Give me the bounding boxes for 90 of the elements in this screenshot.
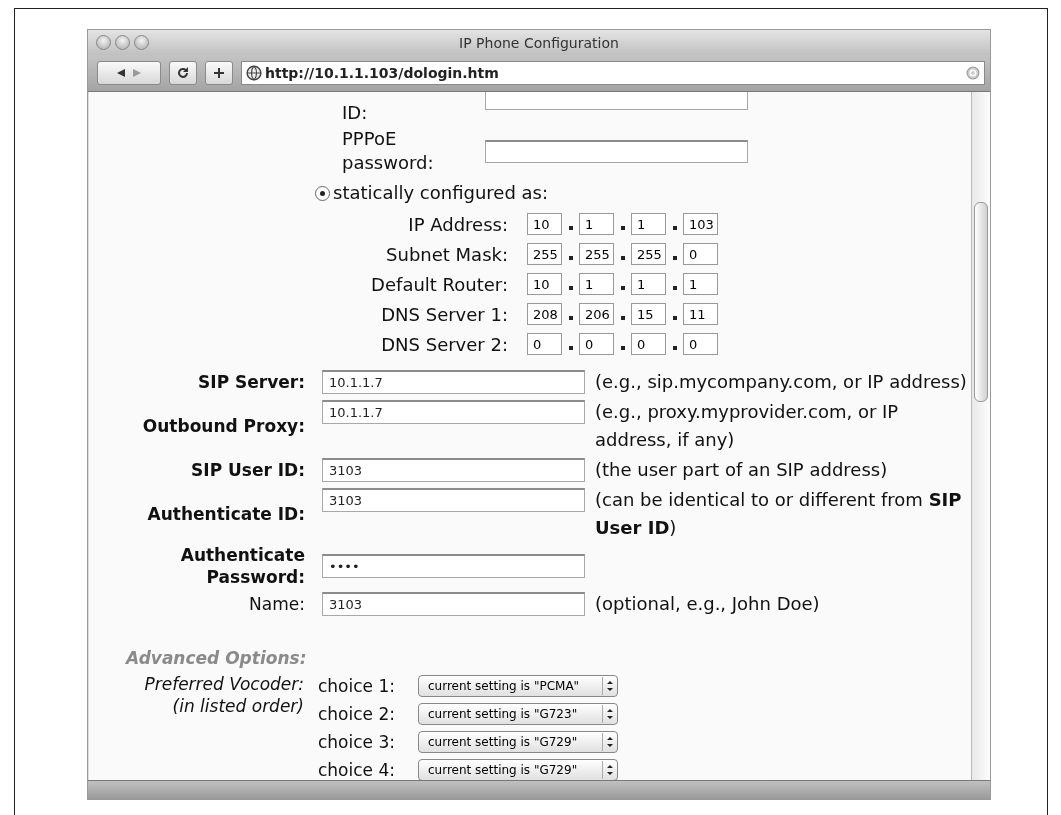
globe-icon	[246, 65, 262, 81]
octet-field[interactable]: 255	[527, 243, 562, 265]
field-label: Preferred Vocoder:	[143, 673, 304, 695]
choice-label: choice 1:	[318, 675, 396, 697]
input-field[interactable]: 10.1.1.7	[322, 400, 585, 424]
dot-separator-icon	[620, 226, 625, 230]
field-label: Name:	[249, 593, 305, 615]
input-field[interactable]	[485, 92, 748, 110]
octet-field[interactable]: 0	[683, 243, 718, 265]
field-label: Authenticate Password:	[179, 544, 305, 588]
scroll-thumb[interactable]	[974, 202, 988, 402]
forward-icon	[132, 68, 142, 78]
dot-separator-icon	[568, 226, 573, 230]
octet-field[interactable]: 208	[527, 303, 562, 325]
octet-field[interactable]: 0	[683, 333, 718, 355]
vocoder-dropdown[interactable]: current setting is "G729"	[418, 759, 618, 780]
octet-field[interactable]: 206	[579, 303, 614, 325]
dot-separator-icon	[568, 346, 573, 350]
section-heading: Advanced Options:	[126, 647, 308, 669]
dot-separator-icon	[672, 256, 677, 260]
window-title: IP Phone Configuration	[459, 34, 619, 51]
field-label: DNS Server 2:	[380, 333, 508, 355]
dot-separator-icon	[672, 286, 677, 290]
field-label: IP Address:	[407, 213, 508, 235]
input-field[interactable]	[485, 139, 748, 163]
dot-separator-icon	[568, 286, 573, 290]
minimize-button[interactable]	[115, 35, 130, 50]
snapback-icon	[966, 66, 980, 80]
field-label: PPPoE password:	[342, 127, 435, 175]
octet-field[interactable]: 15	[631, 303, 666, 325]
close-button[interactable]	[96, 35, 111, 50]
field-hint: (optional, e.g., John Doe)	[595, 592, 821, 616]
scrollbar[interactable]	[971, 92, 990, 780]
octet-field[interactable]: 10	[527, 213, 562, 235]
input-field[interactable]: 3103	[322, 458, 585, 482]
octet-field[interactable]: 0	[631, 333, 666, 355]
vocoder-dropdown[interactable]: current setting is "G729"	[418, 731, 618, 753]
field-label: SIP Server:	[198, 371, 305, 393]
back-forward-button[interactable]	[97, 61, 161, 85]
dot-separator-icon	[672, 316, 677, 320]
vocoder-dropdown[interactable]: current setting is "G723"	[418, 703, 618, 725]
radio-button[interactable]	[315, 185, 330, 201]
vocoder-dropdown[interactable]: current setting is "PCMA"	[418, 675, 618, 697]
field-hint: (the user part of an SIP address)	[595, 458, 889, 482]
dot-separator-icon	[568, 316, 573, 320]
octet-field[interactable]: 1	[631, 213, 666, 235]
octet-field[interactable]: 0	[579, 333, 614, 355]
field-label: DNS Server 1:	[380, 303, 508, 325]
input-field[interactable]: ••••	[322, 554, 585, 578]
dot-separator-icon	[620, 316, 625, 320]
dot-separator-icon	[620, 286, 625, 290]
dot-separator-icon	[620, 346, 625, 350]
back-icon	[116, 68, 126, 78]
choice-label: choice 4:	[318, 759, 396, 780]
dot-separator-icon	[672, 346, 677, 350]
choice-label: choice 2:	[318, 703, 396, 725]
field-label: SIP User ID:	[191, 459, 305, 481]
dot-separator-icon	[620, 256, 625, 260]
octet-field[interactable]: 1	[579, 273, 614, 295]
octet-field[interactable]: 0	[527, 333, 562, 355]
octet-field[interactable]: 103	[683, 213, 718, 235]
field-hint: (e.g., sip.mycompany.com, or IP address)	[595, 370, 968, 394]
dot-separator-icon	[568, 256, 573, 260]
field-label: Outbound Proxy:	[142, 415, 305, 437]
octet-field[interactable]: 255	[579, 243, 614, 265]
reload-button[interactable]	[169, 61, 197, 85]
octet-field[interactable]: 10	[527, 273, 562, 295]
choice-label: choice 3:	[318, 731, 396, 753]
octet-field[interactable]: 1	[579, 213, 614, 235]
field-label: Subnet Mask:	[385, 243, 508, 265]
octet-field[interactable]: 11	[683, 303, 718, 325]
radio-label: statically configured as:	[333, 182, 548, 204]
dot-separator-icon	[672, 226, 677, 230]
reload-icon	[177, 67, 189, 79]
input-field[interactable]: 3103	[322, 488, 585, 512]
octet-field[interactable]: 255	[631, 243, 666, 265]
plus-icon	[213, 67, 225, 79]
field-label: ID:	[342, 101, 369, 125]
field-hint: (can be identical to or different from SIP User ID)	[595, 488, 963, 540]
zoom-button[interactable]	[134, 35, 149, 50]
field-note: (in listed order)	[171, 695, 304, 717]
input-field[interactable]: 10.1.1.7	[322, 370, 585, 394]
field-label: Default Router:	[370, 273, 508, 295]
address-field[interactable]: http://10.1.1.103/dologin.htm	[241, 61, 985, 85]
field-label: Authenticate ID:	[147, 503, 305, 525]
input-field[interactable]: 3103	[322, 592, 585, 616]
add-bookmark-button[interactable]	[205, 61, 233, 85]
octet-field[interactable]: 1	[683, 273, 718, 295]
octet-field[interactable]: 1	[631, 273, 666, 295]
field-hint: (e.g., proxy.myprovider.com, or IP address, if any)	[595, 400, 900, 452]
